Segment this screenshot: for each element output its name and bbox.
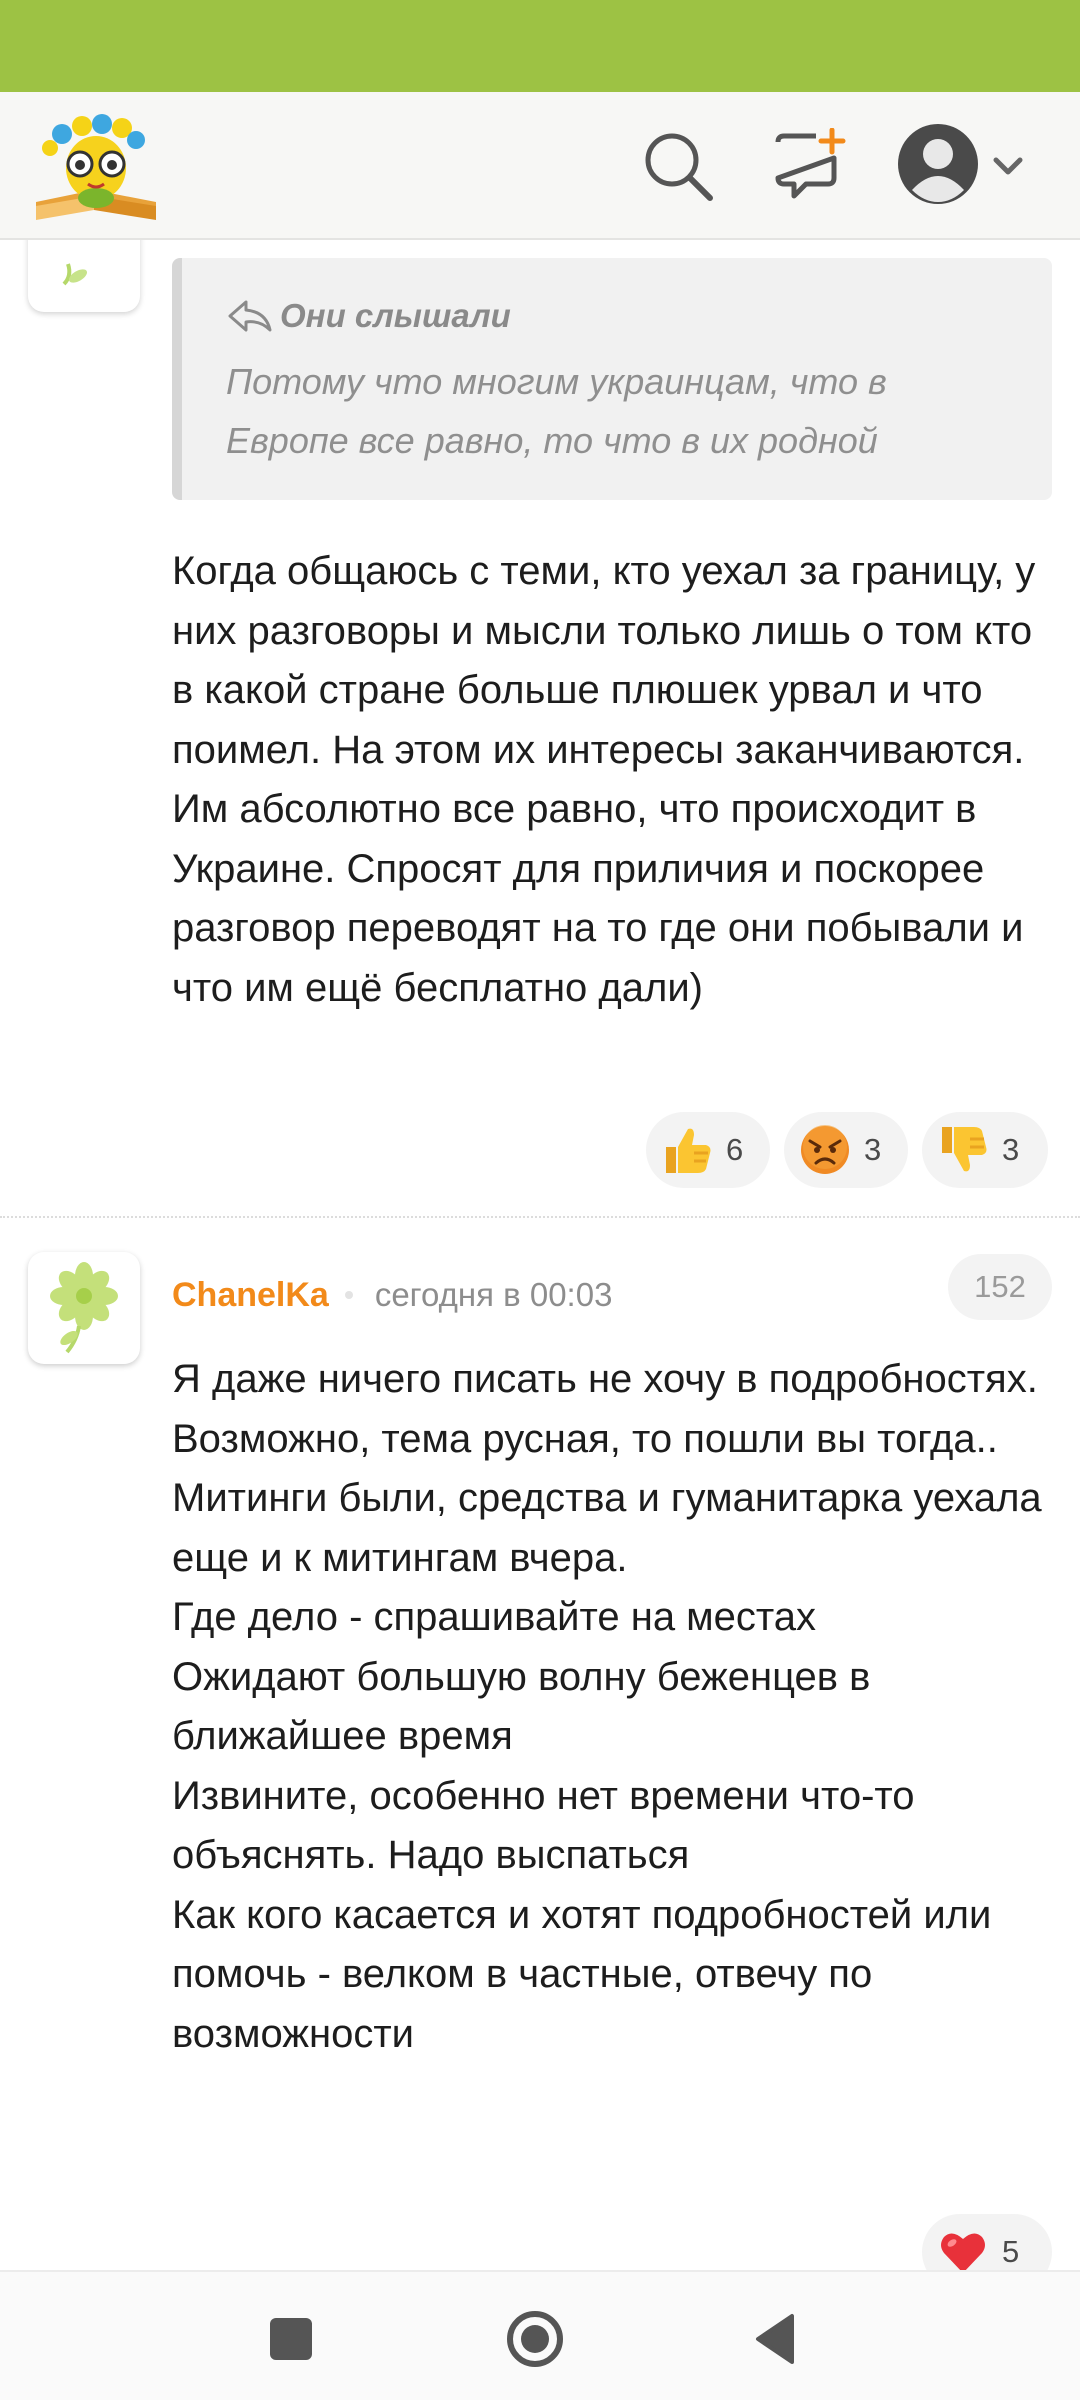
thumbs-down-icon — [942, 1127, 987, 1172]
rating-badge[interactable]: 152 — [948, 1254, 1052, 1320]
author-name[interactable]: ChanelKa — [172, 1276, 329, 1315]
comment-line: Где дело - спрашивайте на местах — [172, 1595, 817, 1639]
like-reaction-button[interactable]: 6 — [646, 1112, 770, 1188]
reactions-bar: 6 3 3 — [646, 1112, 1048, 1188]
heart-count: 5 — [1002, 2234, 1020, 2269]
comment-line: Возможно, тема русная, то пошли вы тогда… — [172, 1416, 998, 1461]
flower-icon — [50, 1262, 118, 1354]
compose-icon[interactable] — [772, 127, 848, 204]
angry-face-icon — [801, 1125, 849, 1174]
dislike-reaction-button[interactable]: 3 — [922, 1112, 1048, 1188]
avatar[interactable] — [28, 1252, 140, 1364]
dislike-count: 3 — [1002, 1132, 1020, 1167]
logo-icon[interactable] — [32, 106, 160, 224]
system-nav-bar — [0, 2270, 1080, 2400]
quoted-reply[interactable]: Они слышали Потому что многим украинцам,… — [172, 258, 1052, 500]
comment-line: Как кого касается и хотят подробностей и… — [172, 1892, 992, 2056]
comments-feed: Они слышали Потому что многим украинцам,… — [0, 240, 1080, 2270]
reactions-bar: 5 — [922, 2214, 1052, 2270]
heart-reaction-button[interactable]: 5 — [922, 2214, 1052, 2270]
comment-line: Я даже ничего писать не хочу в подробнос… — [172, 1357, 1038, 1401]
reply-arrow-icon — [228, 300, 272, 332]
avatar[interactable] — [28, 240, 140, 312]
angry-reaction-button[interactable]: 3 — [784, 1112, 908, 1188]
nav-home-icon[interactable] — [500, 2304, 570, 2374]
profile-menu-button[interactable] — [898, 120, 1028, 210]
quote-author: Они слышали — [280, 297, 511, 334]
quote-text: Потому что многим украинцам, что в Европ… — [226, 361, 887, 461]
angry-count: 3 — [864, 1132, 882, 1167]
like-count: 6 — [726, 1132, 744, 1167]
comment-line: Митинги были, средства и гуманитарка уех… — [172, 1476, 1042, 1580]
separator-dot — [344, 1291, 353, 1299]
comment-divider — [0, 1216, 1080, 1218]
search-icon[interactable] — [640, 128, 716, 204]
comment-body: Когда общаюсь с теми, кто уехал за грани… — [172, 549, 1036, 1010]
top-app-bar — [0, 92, 1080, 240]
comment-body: Я даже ничего писать не хочу в подробнос… — [172, 1350, 1052, 2064]
flower-icon — [62, 263, 88, 286]
nav-back-icon[interactable] — [744, 2304, 814, 2374]
timestamp: сегодня в 00:03 — [374, 1276, 613, 1313]
comment-line: Извините, особенно нет времени что-то об… — [172, 1773, 915, 1878]
comment-meta: ChanelKa сегодня в 00:03 — [172, 1270, 612, 1320]
avatar-icon — [898, 124, 1023, 204]
nav-recent-icon[interactable] — [256, 2304, 326, 2374]
heart-icon — [941, 2233, 985, 2270]
status-bar — [0, 0, 1080, 92]
comment-line: Ожидают большую волну беженцев в ближайш… — [172, 1654, 871, 1759]
thumbs-up-icon — [666, 1128, 711, 1173]
